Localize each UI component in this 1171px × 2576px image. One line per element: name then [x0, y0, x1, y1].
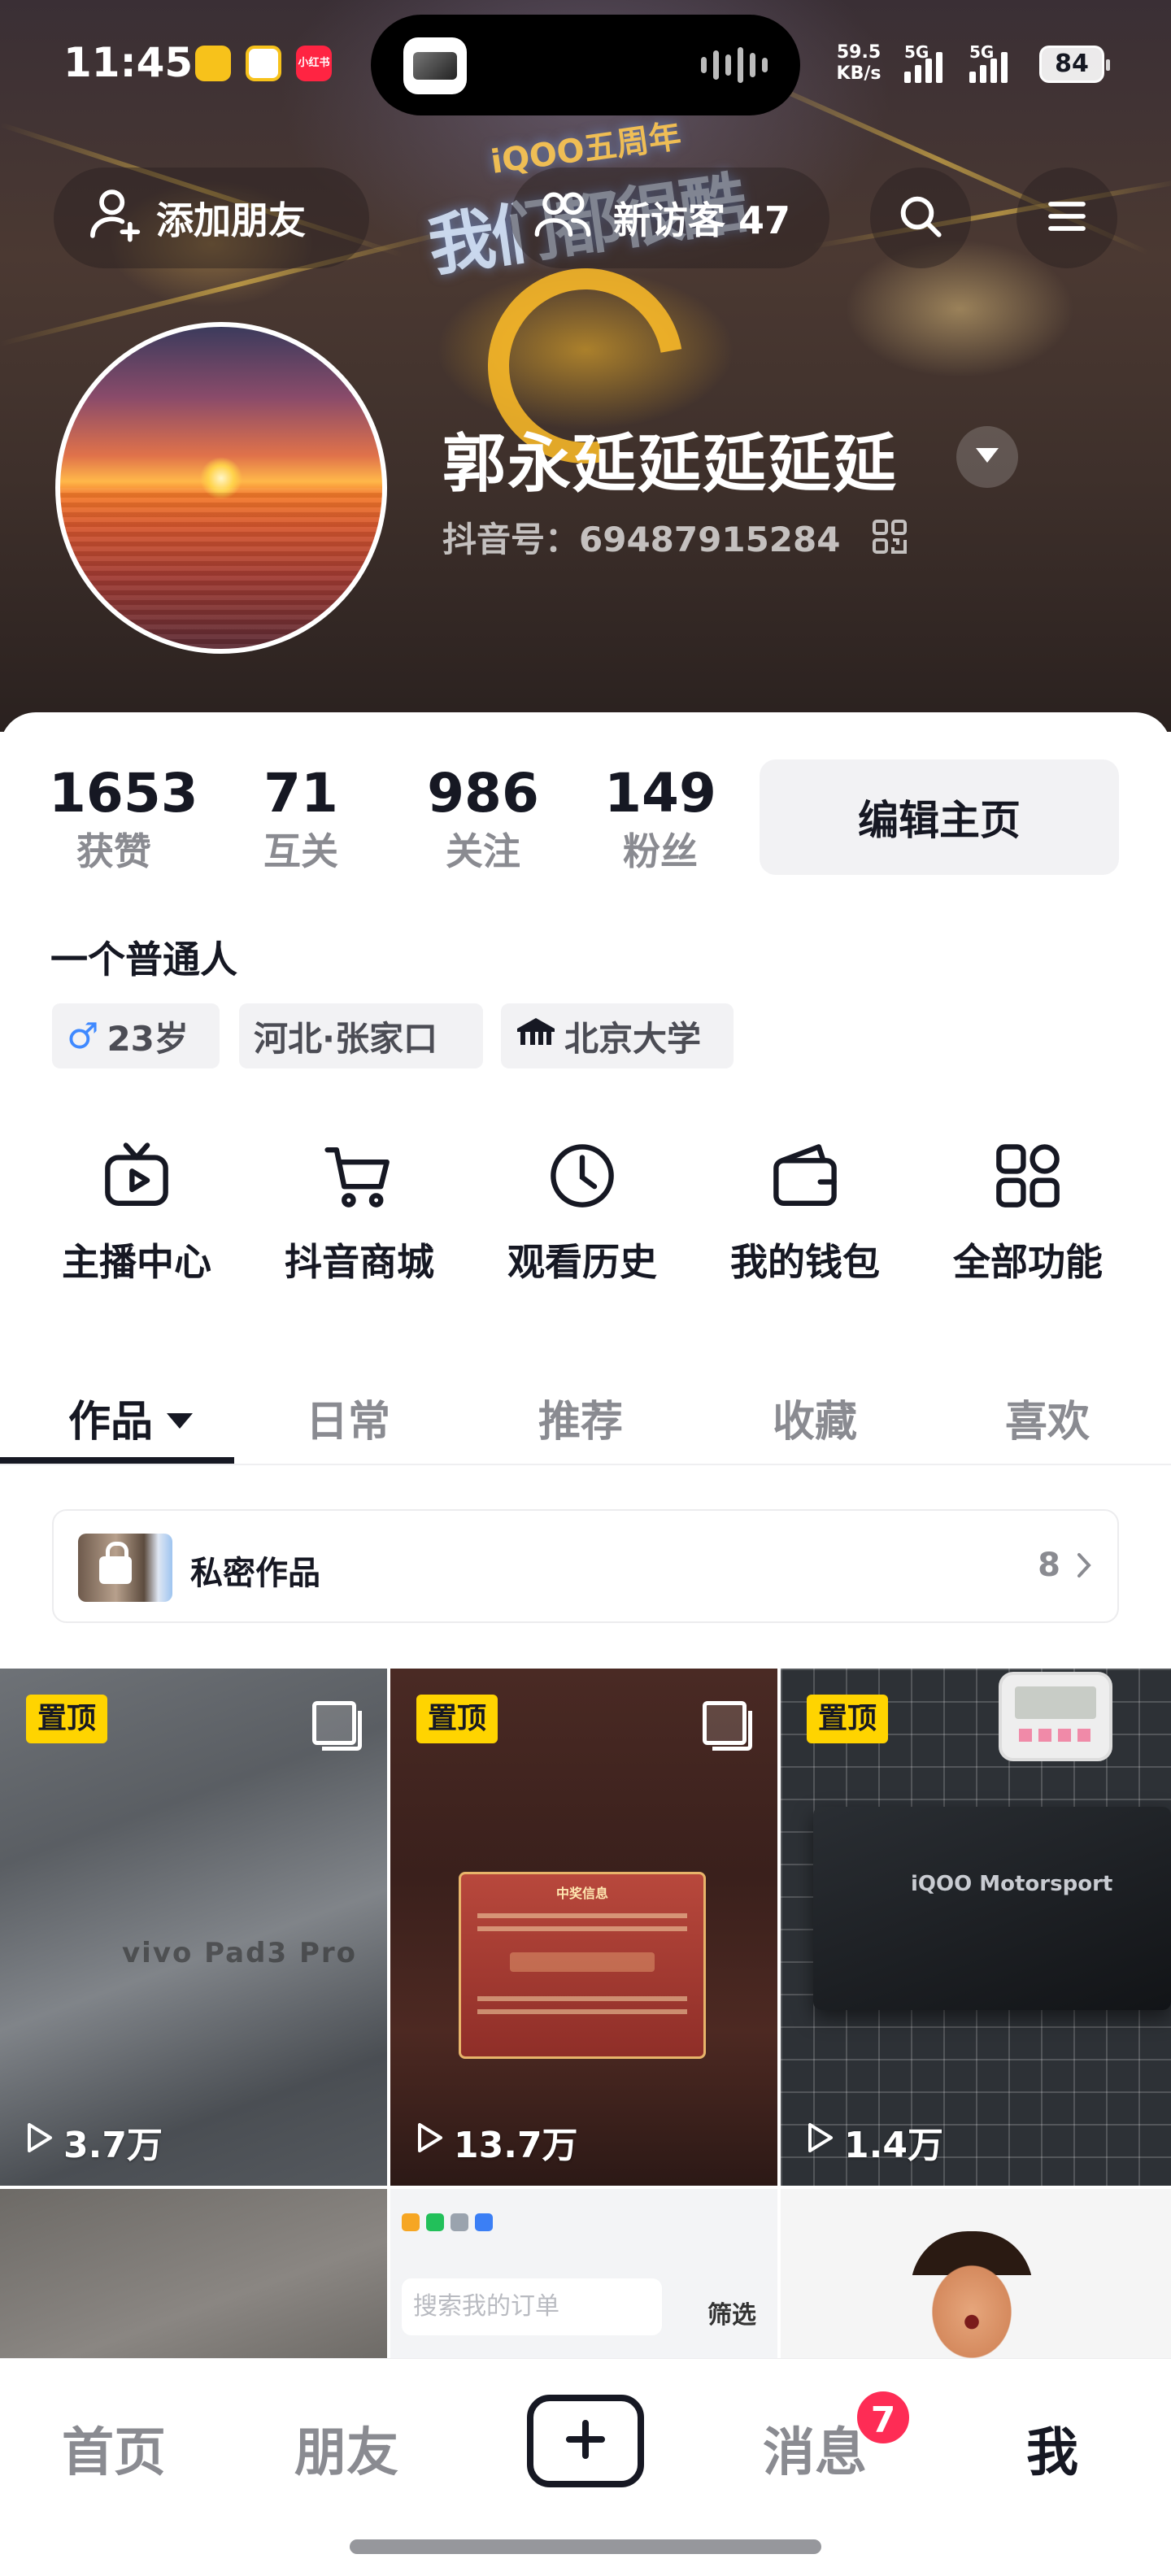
- caret-down-icon: [164, 1394, 195, 1442]
- audio-wave-icon: [701, 47, 768, 83]
- stat-followers[interactable]: 149 粉丝: [603, 761, 717, 877]
- tag-location[interactable]: 河北·张家口: [239, 1003, 483, 1068]
- play-icon: [802, 2120, 838, 2165]
- tag-gender-age[interactable]: ♂ 23岁: [52, 1003, 220, 1068]
- messages-unread-badge: 7: [854, 2388, 912, 2447]
- status-time: 11:45: [63, 39, 194, 86]
- play-count: 1.4万: [802, 2116, 943, 2168]
- signal-2-icon: 5G: [969, 42, 1008, 83]
- order-search-input: 搜索我的订单: [402, 2278, 662, 2335]
- hamburger-menu-icon: [1043, 192, 1091, 244]
- play-count: 3.7万: [21, 2116, 163, 2168]
- qr-code-icon[interactable]: [872, 519, 908, 558]
- home-indicator: [350, 2539, 821, 2554]
- create-button[interactable]: [527, 2395, 644, 2487]
- plus-icon: [563, 2417, 608, 2465]
- profile-sheet: 1653 获赞 71 互关 986 关注 149 粉丝 编辑主页 一个普通人 ♂ 23岁…: [0, 712, 1171, 2576]
- tab-daily[interactable]: 日常: [306, 1387, 390, 1448]
- visitors-icon: [532, 183, 594, 254]
- tab-works[interactable]: 作品: [68, 1387, 195, 1448]
- grid-icon: [991, 1139, 1064, 1216]
- network-speed: 59.5 KB/s: [836, 42, 882, 84]
- xiaohongshu-icon: 小红书: [296, 46, 332, 81]
- function-my-wallet[interactable]: 我的钱包: [716, 1137, 895, 1286]
- nav-me[interactable]: 我: [1026, 2411, 1078, 2486]
- multi-image-icon: [312, 1701, 362, 1751]
- male-icon: ♂: [67, 1015, 99, 1057]
- nav-messages[interactable]: 消息: [763, 2411, 867, 2486]
- function-douyin-mall[interactable]: 抖音商城: [270, 1137, 449, 1286]
- profile-signature[interactable]: 一个普通人: [50, 930, 237, 984]
- tag-school[interactable]: 北京大学: [501, 1003, 734, 1068]
- lock-icon: [99, 1542, 132, 1584]
- tab-recommended[interactable]: 推荐: [538, 1387, 623, 1448]
- video-item[interactable]: iQOO Motorsport 置顶 1.4万: [781, 1669, 1171, 2186]
- douyin-id[interactable]: 抖音号：69487915284: [442, 512, 840, 562]
- bottom-navigation: 首页 朋友 消息 7 我: [0, 2358, 1171, 2576]
- edit-profile-button[interactable]: 编辑主页: [760, 759, 1119, 875]
- content-tabs: 作品 日常 推荐 收藏 喜欢: [0, 1360, 1171, 1465]
- function-streamer-center[interactable]: 主播中心: [47, 1137, 226, 1286]
- play-icon: [21, 2120, 57, 2165]
- dynamic-island[interactable]: [371, 15, 800, 115]
- stat-mutual[interactable]: 71 互关: [244, 761, 358, 877]
- signal-1-icon: 5G: [904, 42, 942, 83]
- stat-following[interactable]: 986 关注: [418, 761, 548, 877]
- prize-dialog: 中奖信息: [459, 1872, 706, 2059]
- product-box: iQOO Motorsport: [813, 1807, 1171, 2010]
- weibo-icon: [246, 46, 281, 81]
- play-icon: [411, 2120, 447, 2165]
- active-tab-indicator: [0, 1457, 234, 1464]
- status-bar: 11:45 小红书 59.5 KB/s 5G 5G 84: [0, 0, 1171, 130]
- battery-indicator: 84: [1039, 46, 1110, 83]
- wallet-icon: [768, 1139, 842, 1216]
- new-visitors-button[interactable]: 新访客 47: [511, 168, 829, 268]
- video-item[interactable]: vivo Pad3 Pro 置顶 3.7万: [0, 1669, 387, 2186]
- pinned-badge: 置顶: [26, 1695, 108, 1743]
- function-all-features[interactable]: 全部功能: [938, 1137, 1117, 1286]
- timer-device: [999, 1672, 1112, 1761]
- video-item[interactable]: 中奖信息 置顶 13.7万: [390, 1669, 777, 2186]
- caret-down-icon: [973, 445, 1001, 469]
- private-works-thumbnail: [78, 1534, 172, 1602]
- avatar[interactable]: [55, 322, 387, 654]
- multi-image-icon: [703, 1701, 752, 1751]
- switch-account-button[interactable]: [956, 426, 1018, 488]
- chevron-right-icon: [1075, 1551, 1093, 1582]
- tab-likes[interactable]: 喜欢: [1005, 1387, 1090, 1448]
- pinned-badge: 置顶: [416, 1695, 498, 1743]
- school-icon: [516, 1016, 556, 1056]
- tv-icon: [100, 1139, 173, 1216]
- clock-icon: [546, 1139, 619, 1216]
- meituan-icon: [195, 46, 231, 81]
- private-works-row[interactable]: 私密作品 8: [52, 1509, 1119, 1623]
- pinned-badge: 置顶: [807, 1695, 889, 1743]
- nav-friends[interactable]: 朋友: [294, 2411, 398, 2486]
- nav-home[interactable]: 首页: [62, 2411, 166, 2486]
- add-user-icon: [86, 183, 148, 254]
- play-count: 13.7万: [411, 2116, 578, 2168]
- now-playing-thumbnail: [403, 37, 467, 94]
- tab-favorites[interactable]: 收藏: [773, 1387, 857, 1448]
- search-icon: [895, 190, 947, 246]
- profile-nickname[interactable]: 郭永延延延延延: [442, 413, 898, 504]
- add-friend-button[interactable]: 添加朋友: [54, 168, 369, 268]
- function-watch-history[interactable]: 观看历史: [493, 1137, 672, 1286]
- screenshot-app-icons: [402, 2213, 493, 2231]
- search-button[interactable]: [870, 168, 971, 268]
- menu-button[interactable]: [1016, 168, 1117, 268]
- stat-likes[interactable]: 1653 获赞: [49, 761, 198, 877]
- person-thumbnail: [911, 2231, 1033, 2378]
- cart-icon: [323, 1139, 396, 1216]
